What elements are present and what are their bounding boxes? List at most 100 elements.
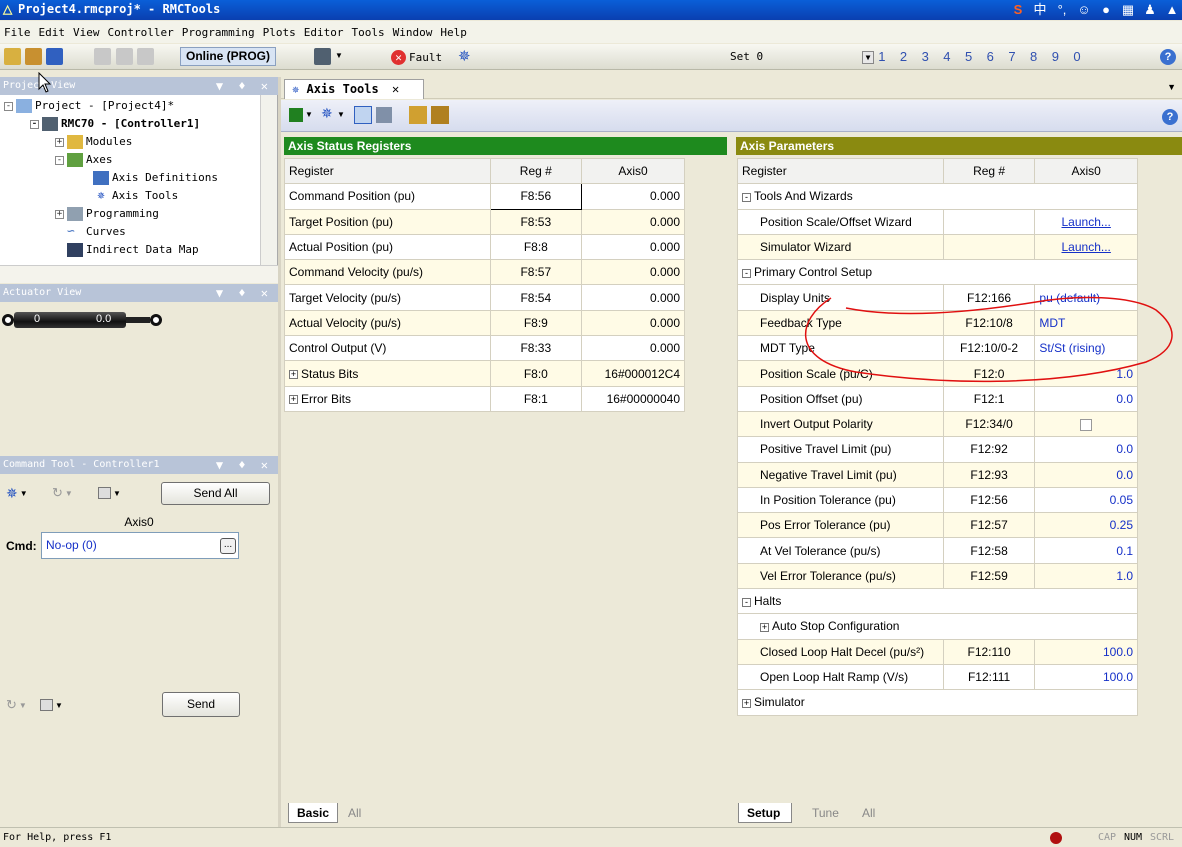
- grid-splitter[interactable]: [727, 137, 736, 825]
- set-button-0[interactable]: 0: [1066, 49, 1088, 64]
- copy-icon[interactable]: [116, 48, 133, 65]
- mic-icon[interactable]: ●: [1098, 2, 1114, 18]
- punctuation-icon[interactable]: °,: [1054, 2, 1070, 18]
- table-section-row[interactable]: - Halts: [737, 588, 1138, 615]
- panel-controls[interactable]: ▼ ♦ ✕: [216, 456, 272, 474]
- tree-item-axis-definitions[interactable]: Axis Definitions: [93, 169, 218, 187]
- help-icon[interactable]: ?: [1162, 109, 1178, 125]
- panel-controls[interactable]: ▼ ♦ ✕: [216, 77, 272, 95]
- axis-tool-icon[interactable]: ✵: [458, 47, 471, 65]
- table-row[interactable]: + Status Bits F8:0 16#000012C4: [284, 360, 685, 387]
- help-icon[interactable]: ?: [1160, 49, 1176, 65]
- set-button-6[interactable]: 6: [979, 49, 1001, 64]
- set-button-1[interactable]: 1: [871, 49, 893, 64]
- launch-link[interactable]: Launch...: [1034, 233, 1138, 261]
- menu-plots[interactable]: Plots: [263, 26, 296, 39]
- splitter[interactable]: [278, 77, 281, 827]
- menu-edit[interactable]: Edit: [39, 26, 66, 39]
- table-icon[interactable]: [376, 107, 392, 123]
- send-all-button[interactable]: Send All: [161, 482, 270, 505]
- language-icon[interactable]: 中: [1032, 2, 1048, 18]
- menu-view[interactable]: View: [73, 26, 100, 39]
- tree-hscrollbar[interactable]: [0, 265, 278, 283]
- table-section-row[interactable]: + Auto Stop Configuration: [737, 613, 1138, 640]
- param-value[interactable]: 100.0: [1034, 663, 1138, 691]
- tab-all[interactable]: All: [342, 803, 378, 823]
- set-button-5[interactable]: 5: [958, 49, 980, 64]
- upload-icon[interactable]: [409, 106, 427, 124]
- collapse-icon[interactable]: -: [742, 192, 751, 202]
- set-button-3[interactable]: 3: [914, 49, 936, 64]
- invert-polarity-checkbox[interactable]: [1080, 418, 1093, 431]
- options-dropdown[interactable]: ▼: [98, 484, 121, 502]
- collapse-icon[interactable]: -: [30, 119, 39, 129]
- menu-help[interactable]: Help: [440, 26, 467, 39]
- chevron-down-icon[interactable]: ▼: [335, 51, 343, 60]
- tab-all[interactable]: All: [856, 803, 892, 823]
- set-button-4[interactable]: 4: [936, 49, 958, 64]
- set-button-2[interactable]: 2: [893, 49, 915, 64]
- online-mode-button[interactable]: Online (PROG): [180, 47, 276, 66]
- tree-item-axis-tools[interactable]: ✵ Axis Tools: [93, 187, 178, 205]
- cmd-field[interactable]: No-op (0) ...: [41, 532, 239, 559]
- register-number[interactable]: F8:56: [489, 183, 583, 210]
- menu-window[interactable]: Window: [393, 26, 433, 39]
- tree-item-modules[interactable]: + Modules: [55, 133, 132, 151]
- options-dropdown[interactable]: ▼: [40, 696, 63, 714]
- expand-icon[interactable]: +: [55, 209, 64, 219]
- axis-color-icon[interactable]: [289, 108, 303, 122]
- panel-controls[interactable]: ▼ ♦ ✕: [216, 284, 272, 302]
- keyboard-icon[interactable]: ▦: [1120, 2, 1136, 18]
- menu-file[interactable]: File: [4, 26, 31, 39]
- param-value[interactable]: 0.0: [1034, 461, 1138, 488]
- tree-scrollbar[interactable]: [260, 95, 277, 265]
- tree-item-indirect-data-map[interactable]: Indirect Data Map: [67, 241, 199, 259]
- browse-button[interactable]: ...: [220, 538, 236, 554]
- axis-select-dropdown[interactable]: ✵ ▼: [6, 484, 28, 502]
- user-icon[interactable]: ♟: [1142, 2, 1158, 18]
- param-value[interactable]: 1.0: [1034, 562, 1138, 590]
- open-icon[interactable]: [25, 48, 42, 65]
- menu-programming[interactable]: Programming: [182, 26, 255, 39]
- chevron-down-icon[interactable]: ▼: [1167, 82, 1176, 92]
- tab-tune[interactable]: Tune: [806, 803, 850, 823]
- cut-icon[interactable]: [94, 48, 111, 65]
- param-value[interactable]: 0.25: [1034, 512, 1138, 539]
- shirt-icon[interactable]: ▲: [1164, 2, 1180, 18]
- axis-tool-icon[interactable]: ✵: [321, 105, 333, 122]
- close-icon[interactable]: ✕: [392, 82, 399, 96]
- expand-icon[interactable]: +: [760, 622, 769, 632]
- fault-button[interactable]: ✕ Fault: [391, 48, 442, 66]
- param-value[interactable]: 100.0: [1034, 638, 1138, 665]
- collapse-icon[interactable]: -: [742, 268, 751, 278]
- table-row[interactable]: + Error Bits F8:1 16#00000040: [284, 385, 685, 412]
- launch-link[interactable]: Launch...: [1034, 208, 1138, 235]
- set-button-9[interactable]: 9: [1045, 49, 1067, 64]
- table-section-row[interactable]: - Tools And Wizards: [737, 183, 1138, 210]
- expand-icon[interactable]: +: [289, 395, 298, 405]
- refresh-dropdown[interactable]: ↻ ▼: [6, 696, 27, 714]
- expand-icon[interactable]: +: [742, 698, 751, 708]
- tree-item-programming[interactable]: + Programming: [55, 205, 159, 223]
- table-section-row[interactable]: + Simulator: [737, 689, 1138, 716]
- tab-basic[interactable]: Basic: [288, 803, 338, 823]
- download-icon[interactable]: [431, 106, 449, 124]
- param-value[interactable]: 0.05: [1034, 486, 1138, 514]
- param-value[interactable]: 0.0: [1034, 436, 1138, 463]
- tree-item-project[interactable]: - Project - [Project4]*: [4, 97, 174, 115]
- refresh-dropdown[interactable]: ↻ ▼: [52, 484, 73, 502]
- tree-item-axes[interactable]: - Axes: [55, 151, 113, 169]
- param-value[interactable]: 0.1: [1034, 537, 1138, 564]
- layout-icon[interactable]: [354, 106, 372, 124]
- tab-axis-tools[interactable]: ✵ Axis Tools ✕: [284, 79, 424, 99]
- set-button-7[interactable]: 7: [1001, 49, 1023, 64]
- expand-icon[interactable]: +: [289, 369, 298, 379]
- collapse-icon[interactable]: -: [4, 101, 13, 111]
- menu-tools[interactable]: Tools: [351, 26, 384, 39]
- emoji-icon[interactable]: ☺: [1076, 2, 1092, 18]
- new-project-icon[interactable]: [4, 48, 21, 65]
- tab-setup[interactable]: Setup: [738, 803, 792, 823]
- set-button-8[interactable]: 8: [1023, 49, 1045, 64]
- collapse-icon[interactable]: -: [742, 597, 751, 607]
- menu-editor[interactable]: Editor: [304, 26, 344, 39]
